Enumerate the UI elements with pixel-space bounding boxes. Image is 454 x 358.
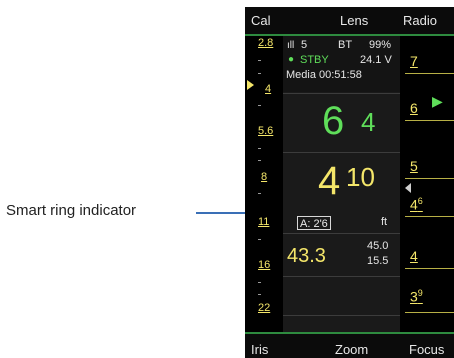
tab-zoom[interactable]: Zoom [335,342,368,357]
standby-state: STBY [300,54,329,66]
iris-readout-fraction: 4 [361,107,376,137]
iris-tick: 4 [265,83,272,95]
media-time: Media 00:51:58 [286,69,362,81]
scale-minor-tick [258,148,261,149]
bt-label: BT [338,39,353,51]
camera-display: Cal Lens Radio 2.8 4 5.6 8 11 16 22 ıll … [245,7,454,358]
tab-lens[interactable]: Lens [340,13,368,28]
bottom-bar: Iris Zoom Focus [245,334,454,358]
iris-scale: 2.8 4 5.6 8 11 16 22 [245,36,280,332]
scale-minor-tick [258,282,261,283]
focus-target-arrow-icon: ▶ [432,93,443,109]
focus-tick: 6 [410,100,418,116]
focus-tick: 7 [410,53,418,69]
iris-tick: 11 [258,216,270,228]
focus-mark-sup: 9 [417,288,423,298]
scale-minor-tick [258,160,261,161]
focus-pointer-icon [405,183,411,193]
divider [283,93,400,94]
smart-ring-indicator: A: 2'6 [297,216,331,230]
scale-minor-tick [258,239,261,240]
voltage: 24.1 V [360,54,392,66]
iris-tick: 8 [261,171,268,183]
focus-mark-main: 3 [410,288,418,305]
tab-iris[interactable]: Iris [251,342,268,357]
focus-readout-fraction: 10 [346,162,375,192]
zoom-readout-lower: 15.5 [367,255,389,267]
signal-icon: ıll [287,40,295,51]
scale-minor-tick [258,193,261,194]
iris-tick: 5.6 [258,125,274,137]
scale-minor-tick [258,60,261,61]
scale-minor-tick [258,294,261,295]
focus-tick: 4 [410,248,418,264]
focus-scale: 7 6 ▶ 5 46 4 39 [405,36,454,332]
scale-minor-tick [258,105,261,106]
divider [283,233,400,234]
divider [283,315,400,316]
tab-radio[interactable]: Radio [403,13,437,28]
status-panel: ıll 5 BT 99% ● STBY 24.1 V Media 00:51:5… [283,36,400,92]
zoom-readout-main: 43.3 [287,245,326,267]
iris-tick: 16 [258,259,271,271]
iris-tick: 22 [258,302,271,314]
focus-mark-3-9: 39 [410,288,423,305]
zoom-readout-upper: 45.0 [367,240,389,252]
focus-tick-line [405,73,454,74]
focus-unit: ft [381,216,388,228]
focus-tick-line [405,216,454,217]
divider [283,276,400,277]
divider [283,152,400,153]
focus-tick-line [405,268,454,269]
top-bar: Cal Lens Radio [245,7,454,34]
focus-tick-line [405,178,454,179]
focus-mark-main: 4 [410,196,418,213]
iris-position-caret-icon [247,80,254,90]
focus-mark-4-6: 46 [410,196,423,213]
focus-tick-line [405,120,454,121]
smart-ring-callout-label: Smart ring indicator [6,202,137,219]
iris-tick: 2.8 [258,37,274,49]
focus-mark-sup: 6 [417,196,423,206]
focus-tick-line [405,312,454,313]
focus-readout-main: 4 [318,159,341,203]
battery-level: 99% [369,39,392,51]
tab-cal[interactable]: Cal [251,13,271,28]
scale-minor-tick [258,73,261,74]
status-dot-icon: ● [288,54,295,65]
iris-readout-main: 6 [322,99,345,143]
focus-tick: 5 [410,158,418,174]
tab-focus[interactable]: Focus [409,342,444,357]
signal-strength: 5 [301,39,308,51]
